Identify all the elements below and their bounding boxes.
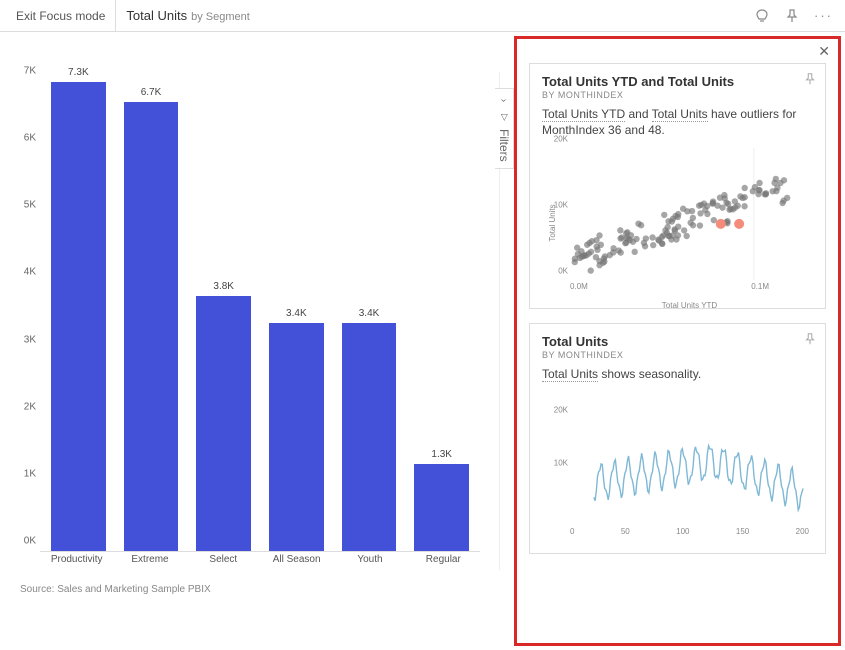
bar[interactable]: 3.4K [335, 82, 404, 551]
scatter-chart[interactable]: Total Units 0K 10K 20K 0.0M 0.1M Total U… [542, 148, 813, 298]
pin-icon[interactable] [803, 72, 817, 86]
chevron-left-icon: ‹ [499, 99, 510, 102]
bar-chart-area: ‹ ▷ Filters 0K1K2K3K4K5K6K7K 7.3K6.7K3.8… [0, 32, 500, 650]
line-plot [570, 393, 809, 525]
y-axis: 0K1K2K3K4K5K6K7K [10, 82, 40, 552]
bar[interactable]: 7.3K [44, 82, 113, 551]
insight-card-seasonality[interactable]: Total Units BY MONTHINDEX Total Units sh… [529, 323, 826, 553]
main-area: ‹ ▷ Filters 0K1K2K3K4K5K6K7K 7.3K6.7K3.8… [0, 32, 845, 650]
x-axis-label: Total Units YTD [662, 301, 717, 310]
insight-subtitle: BY MONTHINDEX [542, 90, 813, 100]
filters-label: Filters [497, 129, 511, 162]
close-icon[interactable]: ✕ [818, 43, 830, 60]
insights-panel: ✕ Total Units YTD and Total Units BY MON… [514, 36, 841, 646]
bar-chart[interactable]: 0K1K2K3K4K5K6K7K 7.3K6.7K3.8K3.4K3.4K1.3… [40, 82, 490, 572]
mini-y-axis: 0K 10K 20K [542, 148, 570, 280]
bar[interactable]: 3.4K [262, 82, 331, 551]
title-main: Total Units [126, 8, 187, 23]
mini-x-axis: 0.0M 0.1M Total Units YTD [570, 282, 809, 298]
idea-icon[interactable] [754, 8, 770, 24]
insight-description: Total Units YTD and Total Units have out… [542, 106, 813, 138]
chart-plot: 7.3K6.7K3.8K3.4K3.4K1.3K [40, 82, 480, 552]
mini-y-axis: 10K 20K [542, 393, 570, 525]
bar[interactable]: 3.8K [189, 82, 258, 551]
insight-title: Total Units YTD and Total Units [542, 74, 813, 89]
more-icon[interactable]: ··· [814, 8, 833, 24]
mini-x-axis: 0 50 100 150 200 [570, 527, 809, 543]
pin-icon[interactable] [784, 8, 800, 24]
source-label: Source: Sales and Marketing Sample PBIX [20, 584, 211, 595]
exit-focus-button[interactable]: Exit Focus mode [6, 0, 116, 31]
insight-description: Total Units shows seasonality. [542, 366, 813, 382]
bar[interactable]: 1.3K [407, 82, 476, 551]
insight-subtitle: BY MONTHINDEX [542, 350, 813, 360]
insight-title: Total Units [542, 334, 813, 349]
insight-card-outliers[interactable]: Total Units YTD and Total Units BY MONTH… [529, 63, 826, 309]
title-subtitle: by Segment [191, 11, 250, 23]
header-bar: Exit Focus mode Total Units by Segment ·… [0, 0, 845, 32]
x-axis: ProductivityExtremeSelectAll SeasonYouth… [40, 554, 480, 572]
pin-icon[interactable] [803, 332, 817, 346]
line-chart[interactable]: 10K 20K 0 50 100 150 200 [542, 393, 813, 543]
page-title: Total Units by Segment [116, 8, 754, 23]
bar[interactable]: 6.7K [117, 82, 186, 551]
header-icons: ··· [754, 8, 839, 24]
scatter-plot [570, 148, 809, 280]
filters-panel-toggle[interactable]: ‹ ▷ Filters [495, 88, 514, 169]
